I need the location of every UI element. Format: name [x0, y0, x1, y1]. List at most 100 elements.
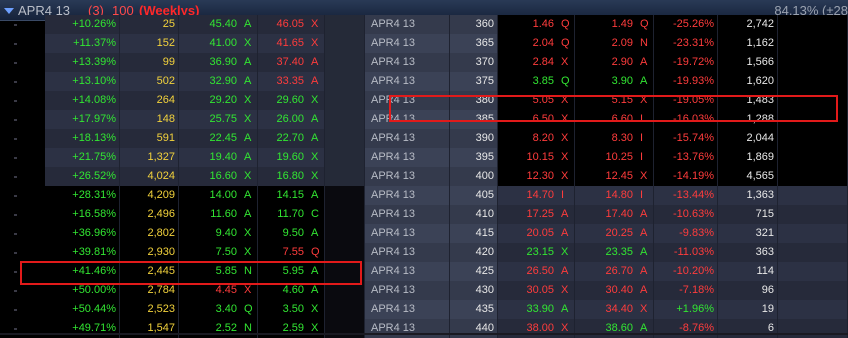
iv-cell: +49.71%	[45, 319, 120, 338]
exchange-code: A	[561, 303, 569, 315]
cvol-cell: 2,930	[120, 243, 179, 262]
exchange-code: X	[561, 284, 569, 296]
pvol-cell: 2,742	[718, 15, 778, 34]
cvol-cell: 148	[120, 110, 179, 129]
row-handle-icon[interactable]	[14, 252, 17, 254]
exchange-code: A	[640, 56, 648, 68]
row-handle-icon[interactable]	[14, 119, 17, 121]
iv-cell: +28.31%	[45, 186, 120, 205]
exp-cell: APR4 13	[365, 15, 450, 34]
strike-cell: 365	[450, 34, 498, 53]
row-handle-icon[interactable]	[14, 157, 17, 159]
exp-cell: APR4 13	[365, 319, 450, 338]
highlight-box-380-put	[389, 95, 838, 122]
row-handle-icon[interactable]	[14, 176, 17, 178]
tail-cell	[778, 186, 848, 205]
gap-cell	[325, 243, 365, 262]
exchange-code: I	[640, 151, 644, 163]
iv-cell: +26.52%	[45, 167, 120, 186]
gap-cell	[325, 15, 365, 34]
exchange-code: A	[244, 132, 252, 144]
exchange-code: X	[244, 37, 252, 49]
exp-cell: APR4 13	[365, 129, 450, 148]
row-handle-icon[interactable]	[14, 138, 17, 140]
exchange-code: I	[640, 189, 644, 201]
pchg-cell: -10.63%	[654, 205, 718, 224]
row-handle-icon[interactable]	[14, 195, 17, 197]
option-row-395[interactable]: +21.75% 1,327 19.40 A 19.60 X APR4 13 395 10.15 X…	[45, 148, 848, 167]
exp-cell: APR4 13	[365, 167, 450, 186]
exchange-code: A	[640, 208, 648, 220]
cvol-cell: 152	[120, 34, 179, 53]
gap-cell	[325, 167, 365, 186]
exchange-code: X	[311, 303, 319, 315]
strike-cell: 395	[450, 148, 498, 167]
option-row-435[interactable]: +50.44% 2,523 3.40 Q 3.50 X APR4 13 435 33.90 A 34…	[45, 300, 848, 319]
option-chain-grid: +10.26% 25 45.40 A 46.05 X APR4 13 360 1.46 Q 1.49…	[45, 15, 848, 338]
tail-cell	[778, 34, 848, 53]
gap-cell	[325, 186, 365, 205]
tail-cell	[778, 262, 848, 281]
strike-cell: 435	[450, 300, 498, 319]
gap-cell	[325, 300, 365, 319]
row-handle-icon[interactable]	[14, 290, 17, 292]
pvol-cell: 1,566	[718, 53, 778, 72]
iv-cell: +17.97%	[45, 110, 120, 129]
pchg-cell: -11.03%	[654, 243, 718, 262]
row-handle-icon[interactable]	[14, 100, 17, 102]
iv-cell: +18.13%	[45, 129, 120, 148]
option-row-365[interactable]: +11.37% 152 41.00 X 41.65 X APR4 13 365 2.04 Q 2.0…	[45, 34, 848, 53]
exchange-code: X	[311, 170, 319, 182]
collapse-triangle-icon[interactable]	[4, 8, 14, 14]
pvol-cell: 96	[718, 281, 778, 300]
option-row-390[interactable]: +18.13% 591 22.45 A 22.70 A APR4 13 390 8.20 X 8.3…	[45, 129, 848, 148]
exp-cell: APR4 13	[365, 300, 450, 319]
option-row-370[interactable]: +13.39% 99 36.90 A 37.40 A APR4 13 370 2.84 X 2.90…	[45, 53, 848, 72]
exchange-code: N	[244, 322, 252, 334]
exchange-code: X	[640, 303, 648, 315]
strike-cell: 420	[450, 243, 498, 262]
gap-cell	[325, 205, 365, 224]
exchange-code: X	[561, 246, 569, 258]
option-row-400[interactable]: +26.52% 4,024 16.60 X 16.80 X APR4 13 400 12.30 X…	[45, 167, 848, 186]
pchg-cell: -19.93%	[654, 72, 718, 91]
row-handle-icon[interactable]	[14, 271, 17, 273]
pvol-cell: 1,162	[718, 34, 778, 53]
option-row-420[interactable]: +39.81% 2,930 7.50 X 7.55 Q APR4 13 420 23.15 X 23…	[45, 243, 848, 262]
cvol-cell: 25	[120, 15, 179, 34]
pvol-cell: 114	[718, 262, 778, 281]
tail-cell	[778, 224, 848, 243]
row-handle-icon[interactable]	[14, 309, 17, 311]
exchange-code: A	[561, 265, 569, 277]
pchg-cell: -25.26%	[654, 15, 718, 34]
cvol-cell: 1,547	[120, 319, 179, 338]
strike-cell: 405	[450, 186, 498, 205]
exchange-code: A	[244, 151, 252, 163]
row-handle-icon[interactable]	[14, 62, 17, 64]
iv-cell: +50.44%	[45, 300, 120, 319]
row-handle-icon[interactable]	[14, 214, 17, 216]
iv-cell: +13.10%	[45, 72, 120, 91]
exchange-code: A	[640, 322, 648, 334]
option-row-440[interactable]: +49.71% 1,547 2.52 N 2.59 X APR4 13 440 38.00 X 38…	[45, 319, 848, 338]
row-handle-icon[interactable]	[14, 43, 17, 45]
row-handle-icon[interactable]	[14, 328, 17, 330]
row-handle-icon[interactable]	[14, 233, 17, 235]
pchg-cell: -15.74%	[654, 129, 718, 148]
strike-cell: 440	[450, 319, 498, 338]
option-row-415[interactable]: +36.96% 2,802 9.40 X 9.50 A APR4 13 415 20.05 A 20…	[45, 224, 848, 243]
exp-cell: APR4 13	[365, 224, 450, 243]
exchange-code: N	[640, 37, 648, 49]
exchange-code: Q	[561, 18, 570, 30]
option-row-375[interactable]: +13.10% 502 32.90 A 33.35 A APR4 13 375 3.85 Q 3.9…	[45, 72, 848, 91]
option-row-360[interactable]: +10.26% 25 45.40 A 46.05 X APR4 13 360 1.46 Q 1.49…	[45, 15, 848, 34]
exchange-code: X	[244, 227, 252, 239]
exchange-code: A	[640, 265, 648, 277]
row-handle-icon[interactable]	[14, 24, 17, 26]
iv-cell: +13.39%	[45, 53, 120, 72]
pchg-cell: -13.44%	[654, 186, 718, 205]
option-row-405[interactable]: +28.31% 4,209 14.00 A 14.15 A APR4 13 405 14.70 I…	[45, 186, 848, 205]
option-row-410[interactable]: +16.58% 2,496 11.60 A 11.70 C APR4 13 410 17.25 A…	[45, 205, 848, 224]
iv-cell: +10.26%	[45, 15, 120, 34]
row-handle-icon[interactable]	[14, 81, 17, 83]
